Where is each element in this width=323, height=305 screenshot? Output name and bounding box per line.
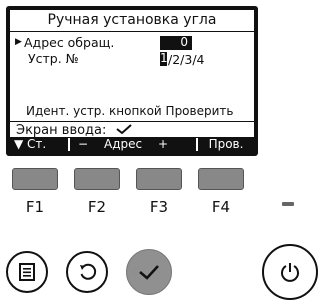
address-value-field[interactable]: 0	[160, 35, 192, 50]
softkey-f2-f3: − Адрес +	[68, 138, 194, 151]
lcd-screen: Ручная установка угла ▶ Адрес обращ. 0 У…	[10, 10, 254, 152]
info-text: Идент. устр. кнопкой Проверить	[26, 104, 234, 118]
f4-label: F4	[211, 198, 231, 216]
back-arrow-icon	[80, 263, 97, 280]
softkey-f2-minus: −	[78, 137, 89, 151]
f3-button[interactable]	[136, 168, 182, 190]
back-button[interactable]	[66, 251, 108, 293]
confirm-label: Экран ввода:	[16, 123, 107, 138]
screen-title: Ручная установка угла	[47, 12, 217, 28]
power-button[interactable]	[262, 244, 318, 300]
menu-icon	[19, 263, 35, 281]
confirm-divider	[10, 121, 254, 122]
f2-label: F2	[87, 198, 107, 216]
lcd-bezel: Ручная установка угла ▶ Адрес обращ. 0 У…	[6, 6, 258, 156]
f3-label: F3	[149, 198, 169, 216]
softkey-address-label: Адрес	[104, 137, 143, 151]
check-icon	[139, 265, 159, 280]
softkey-f3-plus: +	[158, 137, 169, 151]
unit-selected-highlight[interactable]: 1	[160, 51, 168, 66]
address-value: 0	[180, 35, 188, 49]
softkey-f4-label: Пров.	[196, 138, 254, 151]
menu-button[interactable]	[6, 251, 48, 293]
softkey-bar: ▼ Ст. − Адрес + Пров.	[10, 137, 254, 152]
title-divider	[10, 31, 254, 32]
power-icon	[281, 263, 299, 282]
unit-options: /2/3/4	[168, 52, 205, 67]
f2-button[interactable]	[74, 168, 120, 190]
ok-button[interactable]	[126, 249, 172, 295]
status-led	[282, 202, 294, 206]
confirm-row: Экран ввода:	[16, 123, 133, 138]
f1-label: F1	[25, 198, 45, 216]
triangle-right-icon: ▶	[15, 37, 22, 47]
unit-label: Устр. №	[28, 51, 79, 66]
address-label: Адрес обращ.	[24, 35, 115, 50]
check-icon	[115, 124, 132, 135]
f4-button[interactable]	[198, 168, 244, 190]
f1-button[interactable]	[12, 168, 58, 190]
softkey-f1-label: ▼ Ст.	[14, 138, 66, 151]
unit-selected: 1	[160, 51, 168, 65]
